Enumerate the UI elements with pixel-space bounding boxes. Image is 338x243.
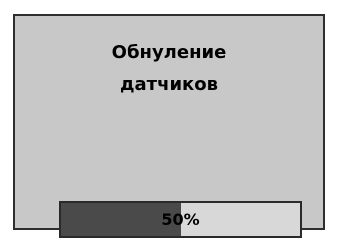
title-line-2: датчиков <box>119 74 219 95</box>
progress-label: 50% <box>161 210 200 229</box>
title-line-1: Обнуление <box>111 42 227 63</box>
status-screen: Обнуление датчиков 50% <box>13 14 325 238</box>
progress-bar: 50% <box>59 201 302 238</box>
page-title: Обнуление датчиков <box>15 37 323 101</box>
